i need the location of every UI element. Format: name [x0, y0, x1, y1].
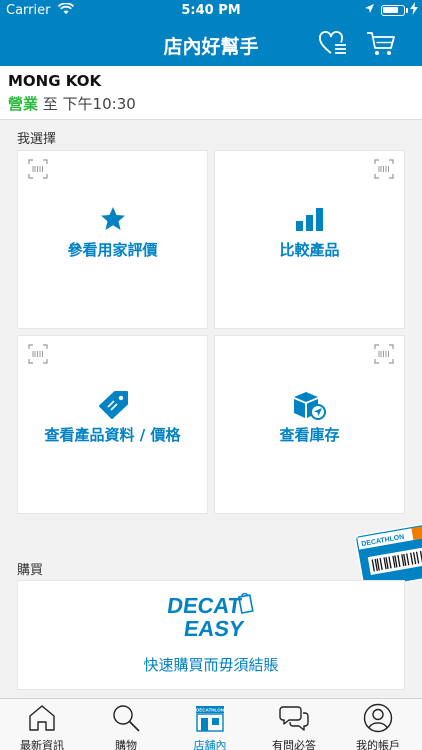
- store-badge-text: DECATHLON: [196, 708, 224, 713]
- tab-label: 店舖內: [193, 739, 227, 750]
- charging-bolt-icon: [410, 2, 418, 18]
- tile-label: 比較產品: [279, 241, 340, 259]
- store-icon: DECATHLON: [196, 706, 224, 732]
- tile-check-stock[interactable]: 查看庫存: [214, 335, 405, 514]
- buy-section-label: 購買: [17, 563, 44, 578]
- page-title: 店內好幫手: [163, 36, 259, 58]
- open-status: 營業: [8, 95, 39, 113]
- logo-line2: EASY: [182, 616, 245, 637]
- decat-easy-logo: DECAT EASY: [166, 592, 254, 637]
- tile-user-reviews[interactable]: 參看用家評價: [17, 150, 208, 329]
- heart-list-icon[interactable]: [318, 30, 348, 58]
- choices-section-label: 我選擇: [17, 132, 57, 147]
- price-tag-icon: [18, 391, 207, 419]
- tile-label: 查看產品資料 / 價格: [44, 426, 181, 444]
- barcode-scan-icon: [28, 159, 48, 179]
- tab-label: 有問必答: [272, 739, 316, 750]
- tile-label: 查看庫存: [279, 426, 340, 444]
- tab-bar: 最新資訊 購物 DECATHLON 店舖內 有問必答 我的帳戶: [0, 698, 422, 750]
- cart-icon[interactable]: [366, 30, 396, 58]
- tab-account[interactable]: 我的帳戶: [336, 699, 420, 750]
- barcode-scan-icon: [374, 344, 394, 364]
- battery-level: [383, 7, 398, 13]
- tab-faq[interactable]: 有問必答: [252, 699, 336, 750]
- barcode-scan-icon: [28, 344, 48, 364]
- tab-in-store[interactable]: DECATHLON 店舖內: [168, 699, 252, 750]
- logo-line1: DECAT: [166, 593, 244, 618]
- store-name: MONG KOK: [8, 72, 102, 90]
- tab-news[interactable]: 最新資訊: [0, 699, 84, 750]
- box-locate-icon: [215, 391, 404, 420]
- search-icon: [113, 705, 140, 732]
- clock: 5:40 PM: [181, 3, 241, 18]
- location-arrow-icon: [364, 3, 375, 17]
- decat-easy-tile[interactable]: DECAT EASY 快速購買而毋須結賬: [17, 580, 405, 690]
- bar-chart-icon: [215, 206, 404, 234]
- store-panel[interactable]: MONG KOK 營業 至 下午10:30: [0, 66, 422, 120]
- nav-bar: 店內好幫手: [0, 22, 422, 66]
- decat-easy-label: 快速購買而毋須結賬: [143, 656, 279, 674]
- tab-label: 我的帳戶: [356, 739, 400, 750]
- tab-label: 購物: [115, 739, 137, 750]
- tab-label: 最新資訊: [20, 739, 64, 750]
- tab-shopping[interactable]: 購物: [84, 699, 168, 750]
- home-icon: [29, 705, 55, 731]
- battery-icon: [381, 5, 408, 16]
- status-bar: Carrier 5:40 PM: [0, 0, 422, 22]
- closing-time: 至 下午10:30: [38, 95, 136, 113]
- chat-bubbles-icon: [279, 706, 309, 731]
- barcode-scan-icon: [374, 159, 394, 179]
- account-icon: [363, 703, 393, 733]
- star-icon: [18, 206, 207, 234]
- tile-compare-products[interactable]: 比較產品: [214, 150, 405, 329]
- tile-product-info-price[interactable]: 查看產品資料 / 價格: [17, 335, 208, 514]
- tile-label: 參看用家評價: [67, 241, 158, 259]
- store-hours: 營業 至 下午10:30: [8, 93, 136, 114]
